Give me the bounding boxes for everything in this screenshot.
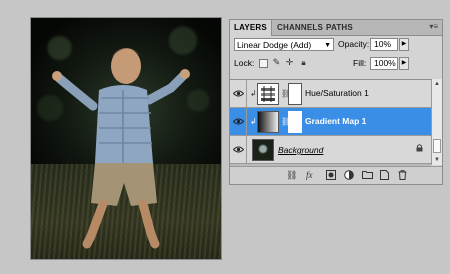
layers-panel: LAYERS CHANNELS PATHS ▾≡ Linear Dodge (A… <box>229 19 443 185</box>
trash-icon[interactable] <box>398 170 407 182</box>
panel-bottom-bar: ⛓︎ fx <box>230 166 442 184</box>
hue-saturation-adjustment-icon <box>257 83 279 105</box>
layer-row-hue-saturation[interactable]: ↲ ⛓︎ Hue/Saturation 1 <box>230 80 431 108</box>
mask-icon[interactable] <box>326 170 336 182</box>
document-canvas[interactable] <box>31 18 221 259</box>
blend-mode-select[interactable]: Linear Dodge (Add) ▼ <box>234 38 334 51</box>
lock-all-icon[interactable]: 🔒︎ <box>299 59 308 68</box>
layer-row-gradient-map[interactable]: ↲ ⛓︎ Gradient Map 1 <box>230 108 431 136</box>
layer-mask-thumbnail[interactable] <box>288 83 302 105</box>
adjustment-icon[interactable] <box>344 170 354 182</box>
background-thumbnail <box>252 139 274 161</box>
tab-layers[interactable]: LAYERS <box>230 20 272 36</box>
scroll-down-icon[interactable]: ▼ <box>432 155 442 165</box>
visibility-eye-icon[interactable] <box>230 136 247 163</box>
panel-menu-icon[interactable]: ▾≡ <box>429 22 438 31</box>
layer-name[interactable]: Hue/Saturation 1 <box>305 88 369 98</box>
layers-list: ↲ ⛓︎ Hue/Saturation 1 ↲ ⛓︎ Gradient Map … <box>230 79 431 166</box>
visibility-eye-icon[interactable] <box>230 80 247 107</box>
scroll-thumb[interactable] <box>433 139 441 153</box>
layer-name[interactable]: Background <box>278 145 323 155</box>
fill-field[interactable]: 100% <box>370 57 398 70</box>
opacity-slider-button[interactable]: ▶ <box>399 38 409 51</box>
layer-row-background[interactable]: Background <box>230 136 431 164</box>
fill-label: Fill: <box>353 58 367 68</box>
layer-mask-thumbnail[interactable] <box>288 111 302 133</box>
boy-figure <box>52 48 190 249</box>
panel-tabbar: LAYERS CHANNELS PATHS ▾≡ <box>230 20 442 36</box>
fx-icon[interactable]: fx <box>306 170 313 180</box>
tab-paths[interactable]: PATHS <box>322 20 357 35</box>
opacity-label: Opacity: <box>338 39 370 49</box>
group-icon[interactable] <box>362 170 373 181</box>
clip-arrow-icon: ↲ <box>250 117 257 126</box>
blend-mode-value: Linear Dodge (Add) <box>237 40 312 50</box>
lock-icon <box>416 144 423 155</box>
visibility-eye-icon[interactable] <box>230 108 247 135</box>
chevron-down-icon: ▼ <box>324 42 331 49</box>
layer-name[interactable]: Gradient Map 1 <box>305 116 366 126</box>
link-icon[interactable]: ⛓︎ <box>286 170 297 180</box>
fill-slider-button[interactable]: ▶ <box>399 57 409 70</box>
clip-arrow-icon: ↲ <box>250 89 257 98</box>
lock-transparency-icon[interactable] <box>259 59 268 68</box>
lock-label: Lock: <box>234 58 255 68</box>
lock-position-icon[interactable]: ✛ <box>285 58 294 68</box>
gradient-map-thumbnail <box>257 111 279 133</box>
lock-pixels-icon[interactable]: ✎ <box>272 58 281 68</box>
opacity-field[interactable]: 10% <box>370 38 398 51</box>
layers-scrollbar[interactable]: ▲ ▼ <box>431 79 442 165</box>
new-layer-icon[interactable] <box>380 170 389 182</box>
tab-channels[interactable]: CHANNELS <box>273 20 327 35</box>
scroll-up-icon[interactable]: ▲ <box>432 79 442 89</box>
